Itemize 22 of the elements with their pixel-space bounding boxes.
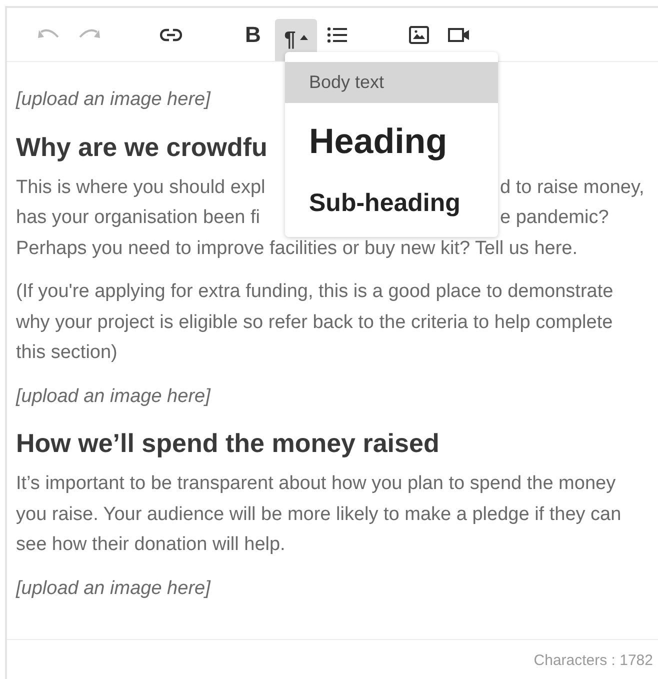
body-text: d to raise money, bbox=[500, 176, 644, 200]
body-text: It’s important to be transparent about how you plan to spend the money you raise. Your audience will be more likely to make a pledge if they can see how their donation will help. bbox=[16, 472, 622, 557]
character-count: Characters : 1782 bbox=[534, 652, 653, 668]
body-text: This is where you should expl bbox=[16, 176, 266, 200]
video-camera-icon bbox=[448, 28, 470, 42]
bullet-list-icon bbox=[327, 26, 347, 42]
image-placeholder-text: [upload an image here] bbox=[16, 576, 210, 600]
image-placeholder-text: [upload an image here] bbox=[16, 88, 210, 112]
menu-item[interactable]: Sub-heading bbox=[285, 181, 498, 235]
body-text: e pandemic? bbox=[500, 206, 609, 230]
menu-item[interactable]: Heading bbox=[285, 103, 498, 181]
caret-icon bbox=[300, 34, 308, 40]
link-icon bbox=[160, 28, 182, 42]
menu-item[interactable]: Body text bbox=[285, 62, 498, 103]
bold-button[interactable]: B bbox=[233, 14, 273, 56]
section-heading: How we’ll spend the money raised bbox=[16, 427, 440, 460]
image-placeholder-text: [upload an image here] bbox=[16, 384, 210, 408]
body-text: has your organisation been fi bbox=[16, 206, 260, 230]
body-text: (If you're applying for extra funding, this is a good place to demonstrate why your project is eligible so refer back to the criteria to help complete this section) bbox=[16, 280, 614, 365]
section-heading: Why are we crowdfu bbox=[16, 130, 268, 164]
image-icon bbox=[409, 26, 429, 44]
body-text: Perhaps you need to improve facilities or buy new kit? Tell us here. bbox=[16, 236, 578, 260]
